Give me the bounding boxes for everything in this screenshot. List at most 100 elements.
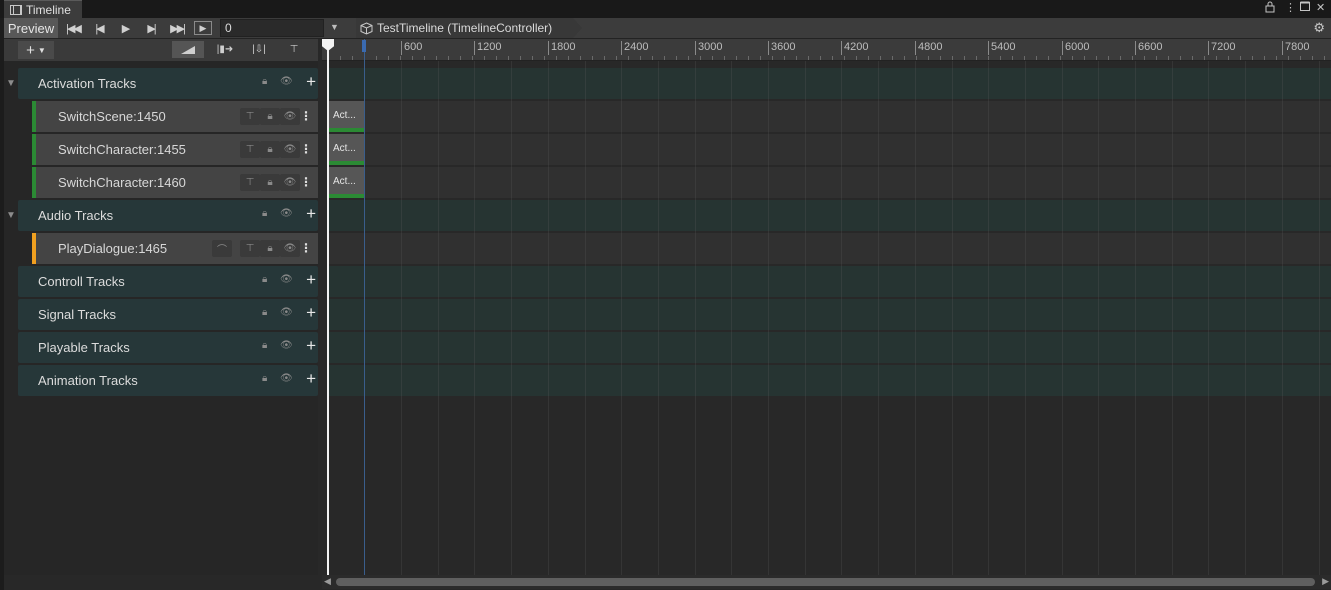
- ruler-minor-tick: [820, 56, 821, 60]
- track-menu-icon[interactable]: ⋮: [300, 142, 312, 156]
- lock-icon[interactable]: 🔒︎: [262, 208, 267, 219]
- ripple-mode-icon[interactable]: [172, 41, 204, 58]
- pin-icon[interactable]: ⊤: [240, 174, 260, 191]
- fold-arrow-icon[interactable]: ▼: [6, 210, 16, 221]
- maximize-icon[interactable]: [1300, 1, 1310, 15]
- lock-icon[interactable]: 🔒︎: [262, 340, 267, 351]
- grid-line: [548, 61, 549, 575]
- play-icon[interactable]: ▶: [116, 21, 134, 35]
- menu-icon[interactable]: ⋮: [1285, 1, 1296, 15]
- ruler-minor-tick: [544, 56, 545, 60]
- previous-frame-icon[interactable]: |◀: [90, 21, 108, 35]
- activation-clip[interactable]: Act...: [328, 167, 364, 198]
- go-to-start-icon[interactable]: |◀◀: [64, 21, 82, 35]
- lock-icon[interactable]: [1265, 1, 1275, 17]
- add-track-plus-icon[interactable]: +: [306, 205, 316, 223]
- eye-icon[interactable]: 👁︎: [280, 141, 300, 158]
- lock-icon[interactable]: 🔒︎: [260, 141, 280, 158]
- lock-icon[interactable]: 🔒︎: [262, 307, 267, 318]
- add-track-plus-icon[interactable]: +: [306, 337, 316, 355]
- play-range-icon[interactable]: ▶: [194, 21, 212, 35]
- pin-icon[interactable]: ⊤: [240, 108, 260, 125]
- track-menu-icon[interactable]: ⋮: [300, 175, 312, 189]
- lock-icon[interactable]: 🔒︎: [262, 76, 267, 87]
- grid-line: [878, 61, 879, 575]
- track-row[interactable]: SwitchCharacter:1460 ⊤ 🔒︎ 👁︎ ⋮: [32, 167, 318, 198]
- track-band: [328, 134, 1331, 165]
- add-track-plus-icon[interactable]: +: [306, 304, 316, 322]
- track-menu-icon[interactable]: ⋮: [300, 241, 312, 255]
- end-marker-handle[interactable]: [362, 40, 366, 52]
- add-track-plus-icon[interactable]: +: [306, 73, 316, 91]
- lock-icon[interactable]: 🔒︎: [260, 108, 280, 125]
- eye-icon[interactable]: 👁︎: [280, 76, 293, 87]
- pin-icon[interactable]: ⊤: [284, 41, 304, 58]
- scrollbar-thumb[interactable]: [336, 578, 1315, 586]
- group-audio-tracks[interactable]: ▼ Audio Tracks 🔒︎ 👁︎ +: [6, 200, 318, 231]
- ruler-tick: 1200: [474, 41, 501, 55]
- timeline-window-tab[interactable]: Timeline: [4, 0, 82, 18]
- horizontal-scrollbar[interactable]: ◀ ▶: [322, 575, 1331, 589]
- mix-mode-icon[interactable]: |▮➜: [210, 41, 240, 58]
- curves-icon[interactable]: ⌒: [212, 240, 232, 257]
- track-label: SwitchCharacter:1460: [58, 175, 186, 190]
- close-icon[interactable]: ✕: [1316, 1, 1325, 15]
- eye-icon[interactable]: 👁︎: [280, 340, 293, 351]
- eye-icon[interactable]: 👁︎: [280, 108, 300, 125]
- chevron-down-icon[interactable]: ▼: [330, 22, 339, 32]
- group-signal-tracks[interactable]: Signal Tracks 🔒︎ 👁︎ +: [18, 299, 318, 330]
- current-frame-field[interactable]: 0: [220, 19, 324, 37]
- lock-icon[interactable]: 🔒︎: [260, 174, 280, 191]
- pin-icon[interactable]: ⊤: [240, 141, 260, 158]
- track-menu-icon[interactable]: ⋮: [300, 109, 312, 123]
- group-playable-tracks[interactable]: Playable Tracks 🔒︎ 👁︎ +: [18, 332, 318, 363]
- eye-icon[interactable]: 👁︎: [280, 274, 293, 285]
- ruler-minor-tick: [808, 56, 809, 60]
- go-to-end-icon[interactable]: ▶▶|: [168, 21, 186, 35]
- track-row[interactable]: PlayDialogue:1465 ⌒ ⊤ 🔒︎ 👁︎ ⋮: [32, 233, 318, 264]
- eye-icon[interactable]: 👁︎: [280, 373, 293, 384]
- fold-arrow-icon[interactable]: ▼: [6, 78, 16, 89]
- grid-line: [1172, 61, 1173, 575]
- ruler-minor-tick: [424, 56, 425, 60]
- replace-mode-icon[interactable]: |⇩|: [244, 41, 274, 58]
- timeline-end-marker[interactable]: [364, 39, 365, 585]
- playhead-line[interactable]: [327, 39, 329, 585]
- eye-icon[interactable]: 👁︎: [280, 208, 293, 219]
- lock-icon[interactable]: 🔒︎: [262, 373, 267, 384]
- activation-clip[interactable]: Act...: [328, 134, 364, 165]
- preview-button[interactable]: Preview: [4, 18, 58, 38]
- ruler-minor-tick: [1096, 56, 1097, 60]
- ruler-minor-tick: [1156, 56, 1157, 60]
- group-band-audio: [328, 200, 1331, 231]
- track-row[interactable]: SwitchCharacter:1455 ⊤ 🔒︎ 👁︎ ⋮: [32, 134, 318, 165]
- track-color-bar: [32, 101, 36, 132]
- gear-icon[interactable]: ⚙: [1313, 20, 1325, 36]
- scroll-left-icon[interactable]: ◀: [324, 576, 331, 587]
- lock-icon[interactable]: 🔒︎: [262, 274, 267, 285]
- time-ruler[interactable]: 600 1200 1800 2400 3000 3600 4200 4800 5…: [322, 39, 1331, 61]
- add-track-button[interactable]: + ▼: [18, 41, 54, 59]
- group-activation-tracks[interactable]: ▼ Activation Tracks 🔒︎ 👁︎ +: [6, 68, 318, 99]
- add-track-plus-icon[interactable]: +: [306, 370, 316, 388]
- ruler-minor-tick: [388, 56, 389, 60]
- lock-icon[interactable]: 🔒︎: [260, 240, 280, 257]
- eye-icon[interactable]: 👁︎: [280, 174, 300, 191]
- ruler-minor-tick: [640, 56, 641, 60]
- scroll-right-icon[interactable]: ▶: [1322, 576, 1329, 587]
- group-controll-tracks[interactable]: Controll Tracks 🔒︎ 👁︎ +: [18, 266, 318, 297]
- timeline-content[interactable]: Act... Act... Act...: [322, 61, 1331, 575]
- pin-icon[interactable]: ⊤: [240, 240, 260, 257]
- eye-icon[interactable]: 👁︎: [280, 240, 300, 257]
- ruler-tick: 1800: [548, 41, 575, 55]
- next-frame-icon[interactable]: ▶|: [142, 21, 160, 35]
- add-track-plus-icon[interactable]: +: [306, 271, 316, 289]
- ruler-minor-tick: [1228, 56, 1229, 60]
- timeline-breadcrumb[interactable]: TestTimeline (TimelineController): [356, 18, 582, 38]
- ruler-minor-tick: [448, 56, 449, 60]
- eye-icon[interactable]: 👁︎: [280, 307, 293, 318]
- track-row[interactable]: SwitchScene:1450 ⊤ 🔒︎ 👁︎ ⋮: [32, 101, 318, 132]
- track-band: [328, 101, 1331, 132]
- group-animation-tracks[interactable]: Animation Tracks 🔒︎ 👁︎ +: [18, 365, 318, 396]
- activation-clip[interactable]: Act...: [328, 101, 364, 132]
